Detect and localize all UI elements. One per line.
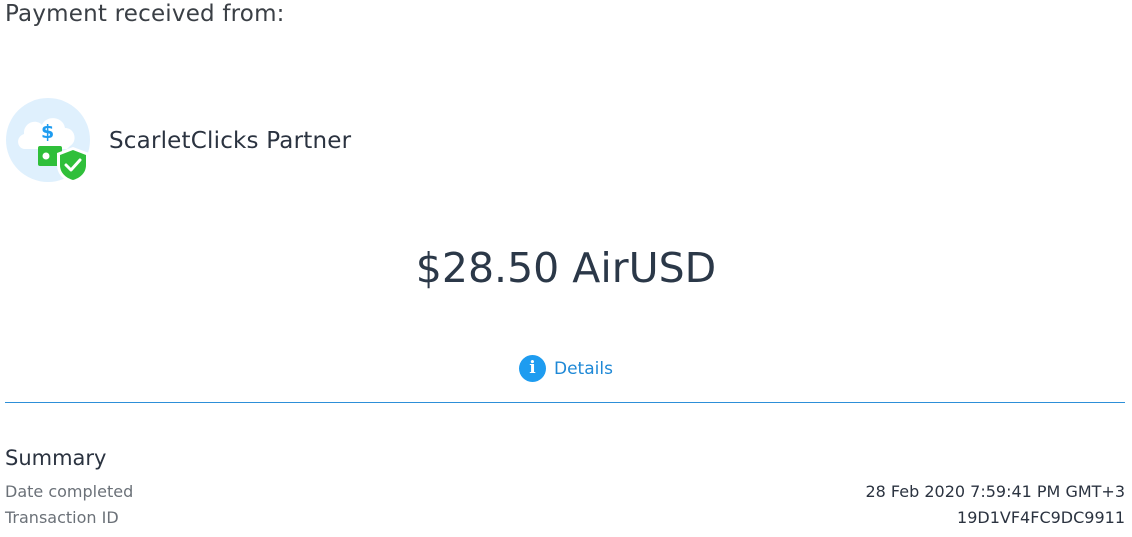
sender-name: ScarletClicks Partner [109, 128, 352, 154]
date-completed-label: Date completed [5, 482, 134, 501]
page-title: Payment received from: [5, 1, 285, 27]
date-completed-value: 28 Feb 2020 7:59:41 PM GMT+3 [865, 482, 1125, 501]
summary-row-transaction: Transaction ID 19D1VF4FC9DC9911 [5, 508, 1125, 527]
details-link[interactable]: i Details [519, 355, 613, 382]
details-label: Details [554, 358, 613, 379]
svg-text:$: $ [41, 121, 54, 143]
sender-block: $ ScarletClicks Partner [5, 97, 351, 185]
money-shield-icon: $ [5, 97, 93, 185]
summary-title: Summary [5, 446, 107, 470]
transaction-id-label: Transaction ID [5, 508, 119, 527]
info-icon: i [519, 355, 546, 382]
divider [5, 402, 1125, 403]
transaction-id-value: 19D1VF4FC9DC9911 [957, 508, 1125, 527]
summary-row-date: Date completed 28 Feb 2020 7:59:41 PM GM… [5, 482, 1125, 501]
payment-amount: $28.50 AirUSD [415, 244, 717, 292]
